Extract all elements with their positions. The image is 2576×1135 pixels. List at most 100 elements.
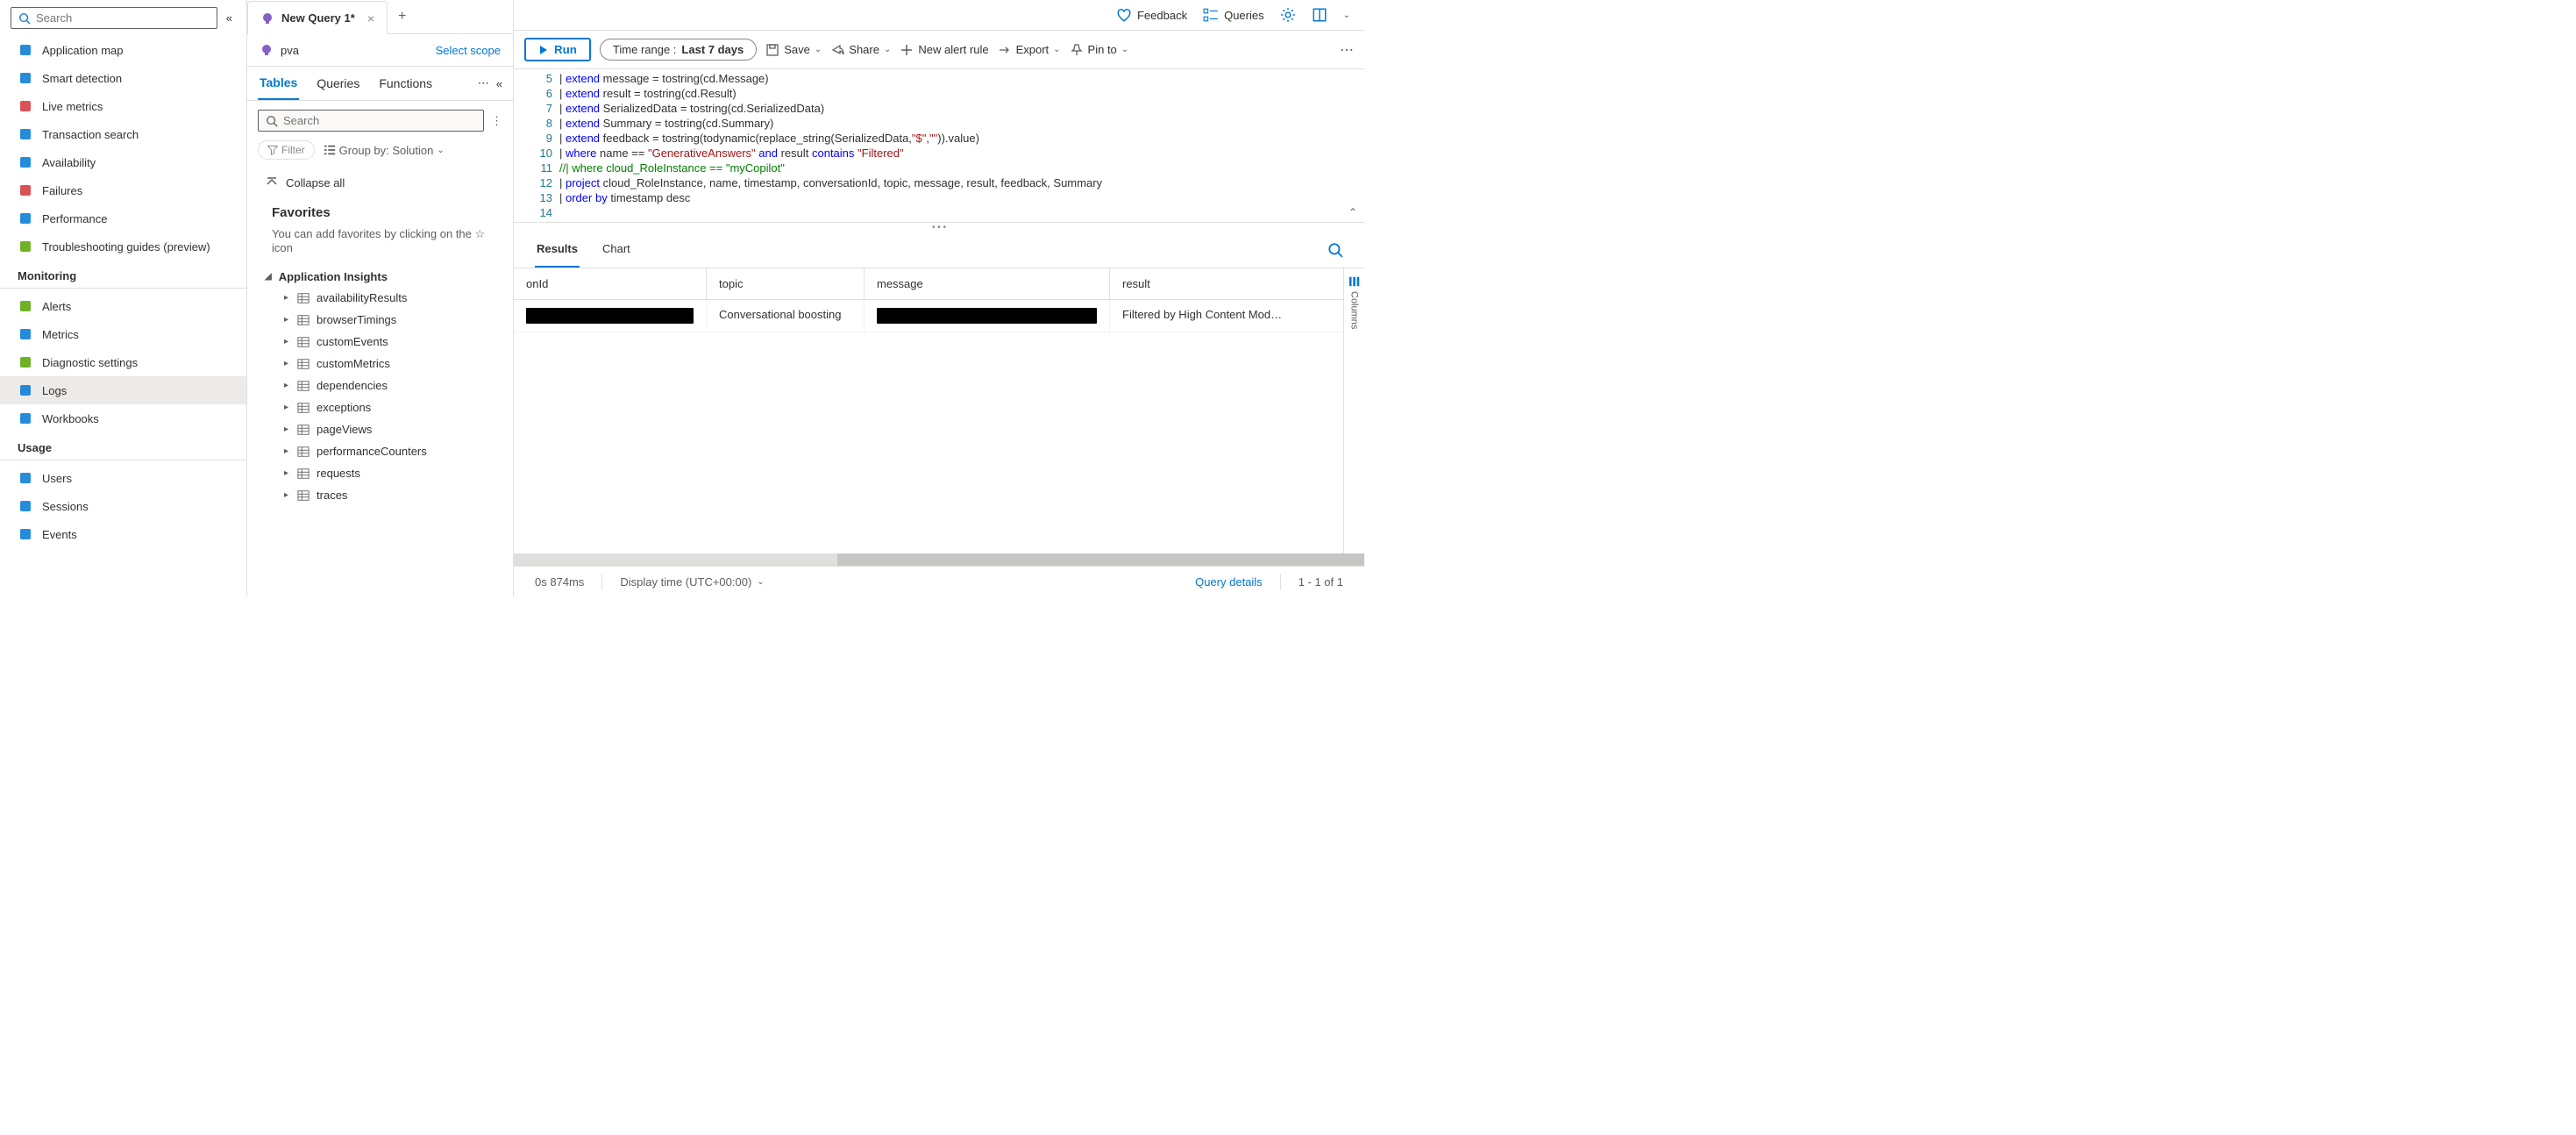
column-header[interactable]: topic [707,268,865,299]
tree-group-header[interactable]: ◢ Application Insights [265,267,495,287]
table-item-performanceCounters[interactable]: ▸performanceCounters [265,440,495,462]
filter-icon [267,145,278,155]
nav-item-failures[interactable]: Failures [0,176,246,204]
results-tab-results[interactable]: Results [535,232,580,268]
work-icon [18,410,33,426]
nav-item-sessions[interactable]: Sessions [0,492,246,520]
more-icon[interactable]: ⋯ [478,76,489,90]
panel-tab-queries[interactable]: Queries [315,68,361,99]
collapse-panel-icon[interactable]: « [496,77,502,90]
resize-handle[interactable]: • • • [514,223,1364,232]
nav-item-application-map[interactable]: Application map [0,36,246,64]
query-tab[interactable]: New Query 1* × [247,1,388,34]
table-item-customMetrics[interactable]: ▸customMetrics [265,353,495,375]
book-icon[interactable] [1312,7,1327,23]
select-scope-link[interactable]: Select scope [436,44,501,57]
time-range-pill[interactable]: Time range : Last 7 days [600,39,757,61]
caret-right-icon: ▸ [284,490,288,500]
run-button[interactable]: Run [524,38,591,61]
table-row[interactable]: Conversational boosting Filtered by High… [514,300,1364,332]
export-button[interactable]: Export ⌄ [998,43,1061,57]
new-tab-button[interactable]: + [388,0,416,33]
panel-tab-tables[interactable]: Tables [258,67,299,100]
table-item-dependencies[interactable]: ▸dependencies [265,375,495,396]
diag-icon [18,354,33,370]
nav-item-events[interactable]: Events [0,520,246,548]
query-editor[interactable]: 567891011121314 | extend message = tostr… [514,69,1364,223]
nav-item-transaction-search[interactable]: Transaction search [0,120,246,148]
table-item-traces[interactable]: ▸traces [265,484,495,506]
tables-panel: New Query 1* × + pva Select scope Tables… [247,0,514,596]
nav-item-users[interactable]: Users [0,464,246,492]
sidebar-search-input[interactable] [36,11,210,25]
code-area[interactable]: | extend message = tostring(cd.Message)|… [559,69,1364,222]
table-item-exceptions[interactable]: ▸exceptions [265,396,495,418]
group-by-dropdown[interactable]: Group by: Solution ⌄ [324,144,445,157]
results-grid: onId topic message result Conversational… [514,268,1364,553]
collapse-all-button[interactable]: Collapse all [247,168,513,196]
table-icon [297,336,310,348]
results-tab-chart[interactable]: Chart [601,232,632,268]
users-icon [18,470,33,486]
search-icon [266,115,278,127]
table-item-pageViews[interactable]: ▸pageViews [265,418,495,440]
nav-item-troubleshooting-guides-preview-[interactable]: Troubleshooting guides (preview) [0,232,246,261]
columns-icon [1348,275,1361,288]
panel-tab-functions[interactable]: Functions [377,68,434,99]
list-icon [324,144,336,156]
nav-group-header: Monitoring [0,261,246,289]
redacted-cell [526,308,694,324]
filter-pill[interactable]: Filter [258,140,315,160]
table-icon [297,424,310,436]
queries-button[interactable]: Queries [1203,7,1264,23]
column-header[interactable]: result [1110,268,1364,299]
new-alert-button[interactable]: New alert rule [900,43,988,57]
nav-item-live-metrics[interactable]: Live metrics [0,92,246,120]
caret-right-icon: ▸ [284,359,288,368]
caret-right-icon: ▸ [284,468,288,478]
nav-item-workbooks[interactable]: Workbooks [0,404,246,432]
table-item-requests[interactable]: ▸requests [265,462,495,484]
search-more-icon[interactable]: ⋮ [491,114,502,128]
horizontal-scrollbar[interactable] [514,553,1364,566]
tsearch-icon [18,126,33,142]
expand-editor-icon[interactable]: ⌃ [1348,206,1357,218]
nav-item-performance[interactable]: Performance [0,204,246,232]
results-search-icon[interactable] [1327,242,1343,258]
nav-item-availability[interactable]: Availability [0,148,246,176]
gear-icon[interactable] [1280,7,1296,23]
collapse-sidebar-icon[interactable]: « [223,8,236,28]
table-item-availabilityResults[interactable]: ▸availabilityResults [265,287,495,309]
save-button[interactable]: Save ⌄ [765,43,822,57]
redacted-cell [877,308,1097,324]
scope-name: pva [281,44,299,57]
column-header[interactable]: message [865,268,1110,299]
save-icon [765,43,779,57]
table-item-browserTimings[interactable]: ▸browserTimings [265,309,495,331]
events-icon [18,526,33,542]
display-time-dropdown[interactable]: Display time (UTC+00:00) ⌄ [620,575,764,589]
collapse-icon [265,175,279,189]
nav-item-metrics[interactable]: Metrics [0,320,246,348]
nav-item-alerts[interactable]: Alerts [0,292,246,320]
pin-button[interactable]: Pin to ⌄ [1070,43,1129,57]
nav-item-logs[interactable]: Logs [0,376,246,404]
tables-search-input[interactable] [283,114,476,127]
nav-item-diagnostic-settings[interactable]: Diagnostic settings [0,348,246,376]
columns-rail[interactable]: Columns [1343,268,1364,553]
chevron-down-icon[interactable]: ⌄ [1343,11,1350,20]
nav-item-smart-detection[interactable]: Smart detection [0,64,246,92]
query-details-link[interactable]: Query details [1195,575,1263,589]
feedback-button[interactable]: Feedback [1116,7,1187,23]
close-tab-icon[interactable]: × [367,11,374,25]
sidebar-search[interactable] [11,7,217,29]
column-header[interactable]: onId [514,268,707,299]
table-item-customEvents[interactable]: ▸customEvents [265,331,495,353]
metrics-icon [18,326,33,342]
trouble-icon [18,239,33,254]
live-icon [18,98,33,114]
share-button[interactable]: Share ⌄ [830,43,891,57]
chevron-down-icon: ⌄ [757,577,764,587]
tables-search[interactable] [258,110,484,132]
more-actions-icon[interactable]: ⋯ [1340,41,1354,59]
